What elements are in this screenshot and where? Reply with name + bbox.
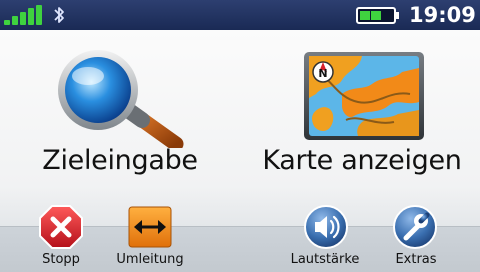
wrench-icon bbox=[393, 205, 437, 249]
status-bar: 19:09 bbox=[0, 0, 480, 30]
volume-label: Lautstärke bbox=[290, 252, 360, 267]
signal-strength-icon bbox=[4, 5, 44, 25]
view-map-label: Karte anzeigen bbox=[262, 145, 462, 176]
magnifier-icon bbox=[58, 50, 184, 148]
volume-button[interactable]: Lautstärke bbox=[284, 204, 366, 270]
battery-icon bbox=[356, 7, 399, 24]
map-icon: N bbox=[304, 52, 424, 140]
extras-label: Extras bbox=[395, 252, 437, 267]
svg-text:N: N bbox=[318, 67, 327, 80]
detour-button[interactable]: Umleitung bbox=[108, 204, 192, 270]
where-to-button[interactable]: Zieleingabe bbox=[20, 30, 220, 226]
where-to-label: Zieleingabe bbox=[42, 145, 198, 176]
speaker-icon bbox=[304, 205, 348, 249]
stop-label: Stopp bbox=[42, 252, 80, 267]
view-map-button[interactable]: N Karte anzeigen bbox=[250, 30, 474, 226]
stop-button[interactable]: Stopp bbox=[30, 204, 92, 270]
clock: 19:09 bbox=[409, 3, 476, 27]
detour-label: Umleitung bbox=[116, 252, 184, 267]
bluetooth-icon bbox=[54, 7, 64, 23]
stop-icon bbox=[39, 205, 83, 249]
main-menu: Zieleingabe N Karte anzeigen bbox=[0, 30, 480, 227]
extras-button[interactable]: Extras bbox=[384, 204, 448, 270]
detour-arrow-icon bbox=[128, 206, 172, 248]
